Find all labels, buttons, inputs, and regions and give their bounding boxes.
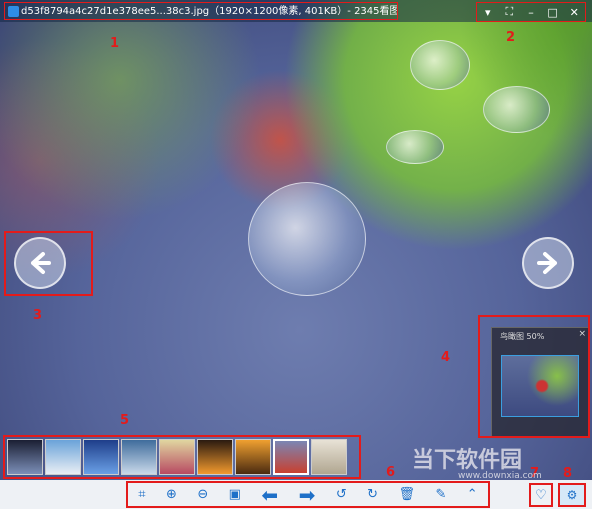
water-drop (248, 182, 366, 296)
window-title-text: d53f8794a4c27d1e378ee5...38c3.jpg（1920×1… (21, 6, 397, 17)
water-drop (483, 86, 550, 133)
thumbnail-6[interactable] (197, 439, 233, 475)
next-arrow-icon[interactable]: ➡ (299, 483, 316, 507)
rotate-left-icon[interactable]: ↺ (336, 487, 347, 502)
thumbnail-3[interactable] (83, 439, 119, 475)
thumbnail-5[interactable] (159, 439, 195, 475)
next-image-button[interactable] (522, 237, 574, 289)
thumbnail-7[interactable] (235, 439, 271, 475)
fullscreen-icon[interactable]: ⛶ (501, 5, 517, 19)
thumbnail-2[interactable] (45, 439, 81, 475)
minimize-icon[interactable]: – (523, 6, 539, 19)
water-drop (386, 130, 444, 164)
zoom-in-icon[interactable]: ⊕ (166, 487, 177, 502)
annotation-5: 5 (120, 413, 130, 428)
thumbnail-9[interactable] (311, 439, 347, 475)
watermark-logo: 当下软件园 (412, 448, 523, 473)
more-icon[interactable]: ⌃ (467, 487, 478, 502)
annotation-1: 1 (110, 36, 120, 51)
close-icon[interactable]: ✕ (566, 6, 582, 19)
window-title: d53f8794a4c27d1e378ee5...38c3.jpg（1920×1… (4, 2, 398, 20)
annotation-6: 6 (386, 465, 396, 480)
title-bar: d53f8794a4c27d1e378ee5...38c3.jpg（1920×1… (0, 0, 592, 22)
annotation-4: 4 (441, 350, 451, 365)
annotation-3: 3 (33, 308, 43, 323)
thumbnail-8[interactable] (273, 439, 309, 475)
fit-window-icon[interactable]: ⌗ (138, 487, 145, 502)
app-icon (8, 6, 19, 17)
window-controls: ▾ ⛶ – □ ✕ (476, 2, 586, 22)
menu-dropdown-icon[interactable]: ▾ (480, 6, 496, 19)
edit-icon[interactable]: ✎ (435, 487, 446, 502)
thumbnail-strip (3, 435, 361, 479)
heart-icon: ♡ (535, 487, 547, 503)
prev-arrow-icon[interactable]: ⬅ (261, 483, 278, 507)
favorite-button[interactable]: ♡ (529, 483, 553, 507)
toolbar-group: ⌗ ⊕ ⊖ ▣ ⬅ ➡ ↺ ↻ 🗑 ✎ ⌃ (126, 481, 490, 508)
thumbnail-4[interactable] (121, 439, 157, 475)
prev-image-button[interactable] (14, 237, 66, 289)
water-drop (410, 40, 470, 90)
delete-icon[interactable]: 🗑 (399, 487, 416, 502)
birdseye-highlight (478, 315, 590, 438)
annotation-8: 8 (563, 466, 573, 481)
annotation-2: 2 (506, 30, 516, 45)
maximize-icon[interactable]: □ (545, 6, 561, 19)
settings-button[interactable]: ⚙ (558, 483, 586, 507)
rotate-right-icon[interactable]: ↻ (367, 487, 378, 502)
arrow-right-icon (537, 252, 557, 274)
arrow-left-icon (31, 252, 51, 274)
slideshow-icon[interactable]: ▣ (229, 487, 241, 502)
thumbnail-1[interactable] (7, 439, 43, 475)
zoom-out-icon[interactable]: ⊖ (197, 487, 208, 502)
gear-icon: ⚙ (566, 488, 578, 502)
